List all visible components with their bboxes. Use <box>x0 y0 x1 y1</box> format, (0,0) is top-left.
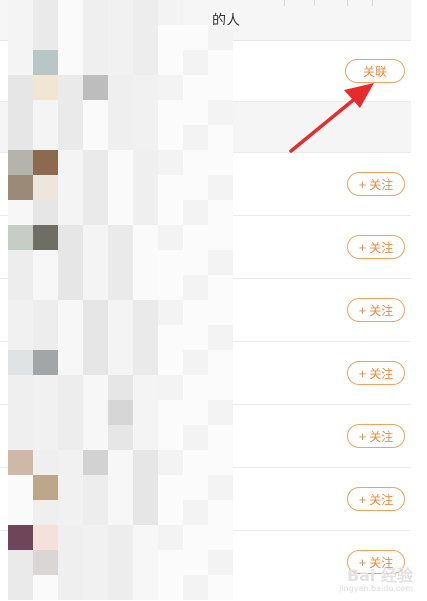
red-arrow-icon <box>289 83 374 153</box>
watermark: Bai 经验 jingyan.baidu.com <box>339 562 413 593</box>
watermark-sub: jingyan.baidu.com <box>339 584 413 593</box>
watermark-main: Bai 经验 <box>346 566 413 585</box>
